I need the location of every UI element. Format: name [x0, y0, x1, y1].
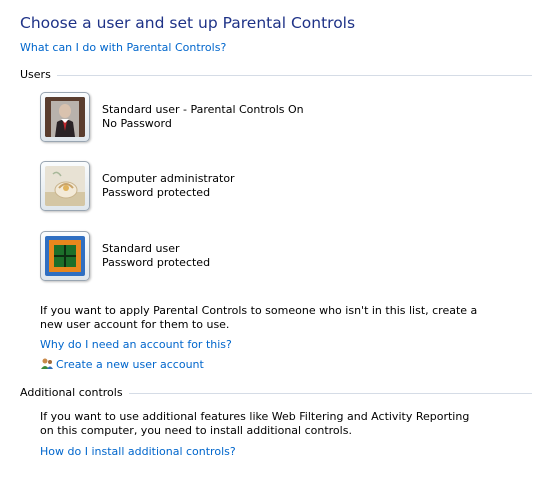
person-photo-icon [45, 97, 85, 137]
info-text: If you want to apply Parental Controls t… [40, 304, 478, 331]
user-tile-standard[interactable]: Standard user Password protected [40, 229, 210, 283]
window-tile-icon [45, 236, 85, 276]
additional-controls-text: If you want to use additional features l… [40, 410, 470, 437]
additional-controls-label: Additional controls [20, 386, 123, 399]
parental-controls-help-link[interactable]: What can I do with Parental Controls? [20, 41, 226, 54]
user-tile-administrator[interactable]: Computer administrator Password protecte… [40, 159, 235, 213]
user-avatar-frame [40, 231, 90, 281]
users-section-header: Users [20, 68, 532, 81]
user-tile-standard-parental[interactable]: Standard user - Parental Controls On No … [40, 90, 304, 144]
create-user-link[interactable]: Create a new user account [40, 357, 204, 371]
section-divider [56, 74, 532, 76]
user-role: Computer administrator [102, 172, 235, 185]
user-details: Standard user Password protected [102, 242, 210, 270]
user-role: Standard user - Parental Controls On [102, 103, 304, 116]
users-section-label: Users [20, 68, 51, 81]
users-icon [41, 358, 53, 369]
additional-controls-header: Additional controls [20, 386, 532, 399]
user-avatar-frame [40, 161, 90, 211]
shell-photo-icon [45, 166, 85, 206]
section-divider [128, 392, 532, 394]
why-account-link[interactable]: Why do I need an account for this? [40, 338, 232, 351]
user-avatar-frame [40, 92, 90, 142]
user-role: Standard user [102, 242, 180, 255]
install-controls-link[interactable]: How do I install additional controls? [40, 445, 236, 458]
create-user-label[interactable]: Create a new user account [56, 358, 204, 371]
user-details: Computer administrator Password protecte… [102, 172, 235, 200]
page-title: Choose a user and set up Parental Contro… [20, 14, 356, 32]
user-password-status: Password protected [102, 256, 211, 269]
user-details: Standard user - Parental Controls On No … [102, 103, 304, 131]
user-password-status: Password protected [102, 186, 211, 199]
user-password-status: No Password [102, 117, 172, 130]
